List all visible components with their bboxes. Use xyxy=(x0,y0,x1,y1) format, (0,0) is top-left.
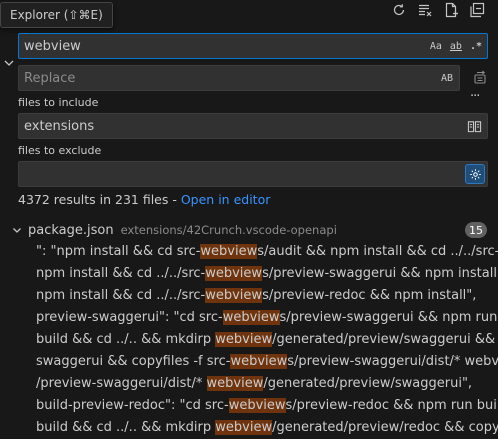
results-summary: 4372 results in 231 files - Open in edit… xyxy=(18,192,270,207)
match-highlight: webview xyxy=(228,398,286,413)
match-text: s/preview-redoc && npm install", xyxy=(262,288,477,303)
match-whole-word-icon[interactable]: ab xyxy=(450,41,462,52)
match-case-icon[interactable]: Aa xyxy=(430,41,442,52)
open-in-editor-link[interactable]: Open in editor xyxy=(181,192,271,207)
exclude-label: files to exclude xyxy=(18,144,102,157)
preserve-case-icon[interactable]: AB xyxy=(441,73,453,84)
replace-placeholder: Replace xyxy=(24,70,76,86)
refresh-icon[interactable] xyxy=(391,2,407,18)
include-label: files to include xyxy=(18,96,99,109)
match-text: swaggerui && copyfiles -f src- xyxy=(36,354,231,369)
match-highlight: webview xyxy=(215,332,273,347)
search-input[interactable]: webview Aa ab .* xyxy=(18,33,488,59)
match-line[interactable]: build-preview-redoc": "cd src-webviews/p… xyxy=(36,396,498,416)
match-line[interactable]: npm install && cd ../../src-webviews/pre… xyxy=(36,264,498,284)
match-highlight: webview xyxy=(222,310,280,325)
match-text: s/preview-swaggerui && npm install && ..… xyxy=(262,266,498,281)
use-regex-icon[interactable]: .* xyxy=(470,41,482,52)
match-text: s/preview-swaggerui && npm run bui... xyxy=(279,310,498,325)
match-highlight: webview xyxy=(205,266,263,281)
toggle-search-details-icon[interactable]: ··· xyxy=(470,90,486,103)
match-text: /generated/preview/redoc && copyfiles... xyxy=(272,420,498,435)
match-count-badge: 15 xyxy=(465,222,487,238)
clear-results-icon[interactable] xyxy=(417,2,433,18)
match-line[interactable]: build && cd ../.. && mkdirp webview/gene… xyxy=(36,330,498,350)
replace-input[interactable]: Replace AB xyxy=(18,65,460,91)
match-text: s/audit && npm install && cd ../../src-w… xyxy=(257,244,498,259)
match-text: npm install && cd ../../src- xyxy=(36,288,206,303)
match-highlight: webview xyxy=(215,420,273,435)
match-highlight: webview xyxy=(205,288,263,303)
match-highlight: webview xyxy=(230,354,288,369)
match-line[interactable]: npm install && cd ../../src-webviews/pre… xyxy=(36,286,498,306)
search-open-editors-icon[interactable] xyxy=(467,119,482,134)
match-text: /generated/preview/swaggerui", xyxy=(263,376,473,391)
match-text: /generated/preview/swaggerui && copy... xyxy=(272,332,498,347)
match-line[interactable]: swaggerui && copyfiles -f src-webviews/p… xyxy=(36,352,498,372)
match-highlight: webview xyxy=(200,244,258,259)
match-text: build-preview-redoc": "cd src- xyxy=(36,398,229,413)
match-text: ": "npm install && cd src- xyxy=(36,244,201,259)
match-text: /preview-swaggerui/dist/* xyxy=(36,376,207,391)
file-name: package.json xyxy=(28,222,114,238)
match-text: npm install && cd ../../src- xyxy=(36,266,206,281)
exclude-input[interactable] xyxy=(18,161,488,187)
search-value: webview xyxy=(24,38,81,54)
match-text: s/preview-swaggerui/dist/* webview... xyxy=(287,354,498,369)
match-line[interactable]: /preview-swaggerui/dist/* webview/genera… xyxy=(36,374,498,394)
include-value: extensions xyxy=(24,118,95,134)
match-line[interactable]: preview-swaggerui": "cd src-webviews/pre… xyxy=(36,308,498,328)
match-text: preview-swaggerui": "cd src- xyxy=(36,310,223,325)
match-highlight: webview xyxy=(206,376,264,391)
match-line[interactable]: ": "npm install && cd src-webviews/audit… xyxy=(36,242,498,262)
chevron-down-icon[interactable] xyxy=(11,224,23,236)
match-text: s/preview-redoc && npm run build ... xyxy=(285,398,498,413)
file-path: extensions/42Crunch.vscode-openapi xyxy=(120,223,337,237)
match-line[interactable]: build && cd ../.. && mkdirp webview/gene… xyxy=(36,418,498,439)
use-exclude-settings-icon[interactable] xyxy=(465,164,485,184)
results-count-text: 4372 results in 231 files - xyxy=(18,192,181,207)
match-text: build && cd ../.. && mkdirp xyxy=(36,420,216,435)
explorer-tooltip: Explorer (⇧⌘E) xyxy=(0,2,113,28)
tooltip-text: Explorer (⇧⌘E) xyxy=(10,8,103,22)
replace-all-icon[interactable] xyxy=(472,69,488,85)
new-search-editor-icon[interactable] xyxy=(443,2,459,18)
match-text: build && cd ../.. && mkdirp xyxy=(36,332,216,347)
include-input[interactable]: extensions xyxy=(18,113,488,139)
file-match-row[interactable]: package.json extensions/42Crunch.vscode-… xyxy=(0,220,498,240)
toggle-replace-chevron-icon[interactable] xyxy=(2,56,16,70)
collapse-all-icon[interactable] xyxy=(469,2,485,18)
